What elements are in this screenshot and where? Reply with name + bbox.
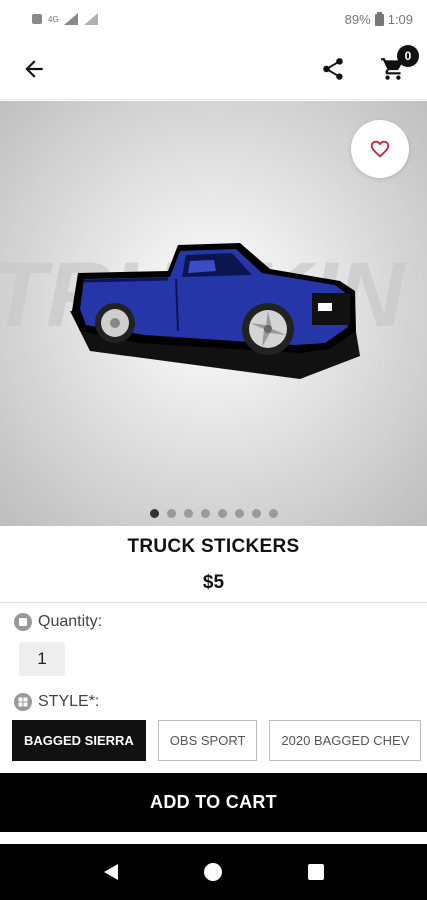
cart-button[interactable]: 0 <box>377 44 419 85</box>
status-icons-left: 4G <box>30 12 99 26</box>
divider <box>0 602 427 603</box>
system-nav-bar <box>0 844 427 900</box>
style-option-button[interactable]: OBS SPORT <box>157 720 258 761</box>
status-icons-right: 89% 1:09 <box>345 12 413 27</box>
quantity-input[interactable]: 1 <box>19 642 65 676</box>
style-label: STYLE*: <box>38 693 100 710</box>
clock: 1:09 <box>387 11 413 27</box>
signal-icon <box>63 13 78 25</box>
signal-2-icon <box>83 13 98 25</box>
status-bar: 4G 89% 1:09 <box>0 0 427 38</box>
carousel-dot[interactable] <box>268 509 278 518</box>
product-image-carousel[interactable]: TRUCKIN <box>0 101 427 526</box>
carousel-dot[interactable] <box>183 509 193 518</box>
product-title: TRUCK STICKERS <box>127 536 300 557</box>
battery-percent: 89% <box>344 11 371 27</box>
circle-home-icon <box>204 863 223 881</box>
share-button[interactable] <box>317 53 349 85</box>
nav-recents-button[interactable] <box>296 852 336 892</box>
nav-back-button[interactable] <box>91 852 131 892</box>
back-button[interactable] <box>18 53 50 85</box>
share-icon <box>323 57 343 80</box>
app-bar-actions: 0 <box>317 44 419 85</box>
heart-icon <box>370 140 390 158</box>
style-label-row: STYLE*: <box>14 693 99 711</box>
quantity-label: Quantity: <box>38 613 103 630</box>
triangle-back-icon <box>104 864 119 880</box>
carousel-dots <box>0 509 427 518</box>
cart-count-badge: 0 <box>397 44 419 67</box>
style-option-button[interactable]: BAGGED SIERRA <box>12 720 146 761</box>
carousel-dot[interactable] <box>149 509 159 518</box>
app-bar: 0 <box>0 38 427 100</box>
carousel-dot[interactable] <box>217 509 227 518</box>
truck-sticker-image: TRUCKIN <box>0 243 407 379</box>
battery-icon <box>374 12 384 26</box>
carousel-dot[interactable] <box>234 509 244 518</box>
quantity-icon <box>14 613 32 631</box>
notification-icon <box>32 14 42 24</box>
style-icon <box>14 693 32 711</box>
carousel-dot[interactable] <box>166 509 176 518</box>
carousel-dot[interactable] <box>251 509 261 518</box>
favorite-button[interactable] <box>351 120 409 178</box>
product-price: $5 <box>202 572 225 593</box>
network-type: 4G <box>48 14 59 24</box>
quantity-label-row: Quantity: <box>14 613 102 631</box>
square-recents-icon <box>307 864 324 880</box>
style-options: BAGGED SIERRA OBS SPORT 2020 BAGGED CHEV <box>12 720 427 761</box>
back-arrow-icon <box>25 59 43 78</box>
carousel-dot[interactable] <box>200 509 210 518</box>
style-option-button[interactable]: 2020 BAGGED CHEV <box>269 720 422 761</box>
add-to-cart-button[interactable]: ADD TO CART <box>0 773 427 832</box>
nav-home-button[interactable] <box>193 852 233 892</box>
